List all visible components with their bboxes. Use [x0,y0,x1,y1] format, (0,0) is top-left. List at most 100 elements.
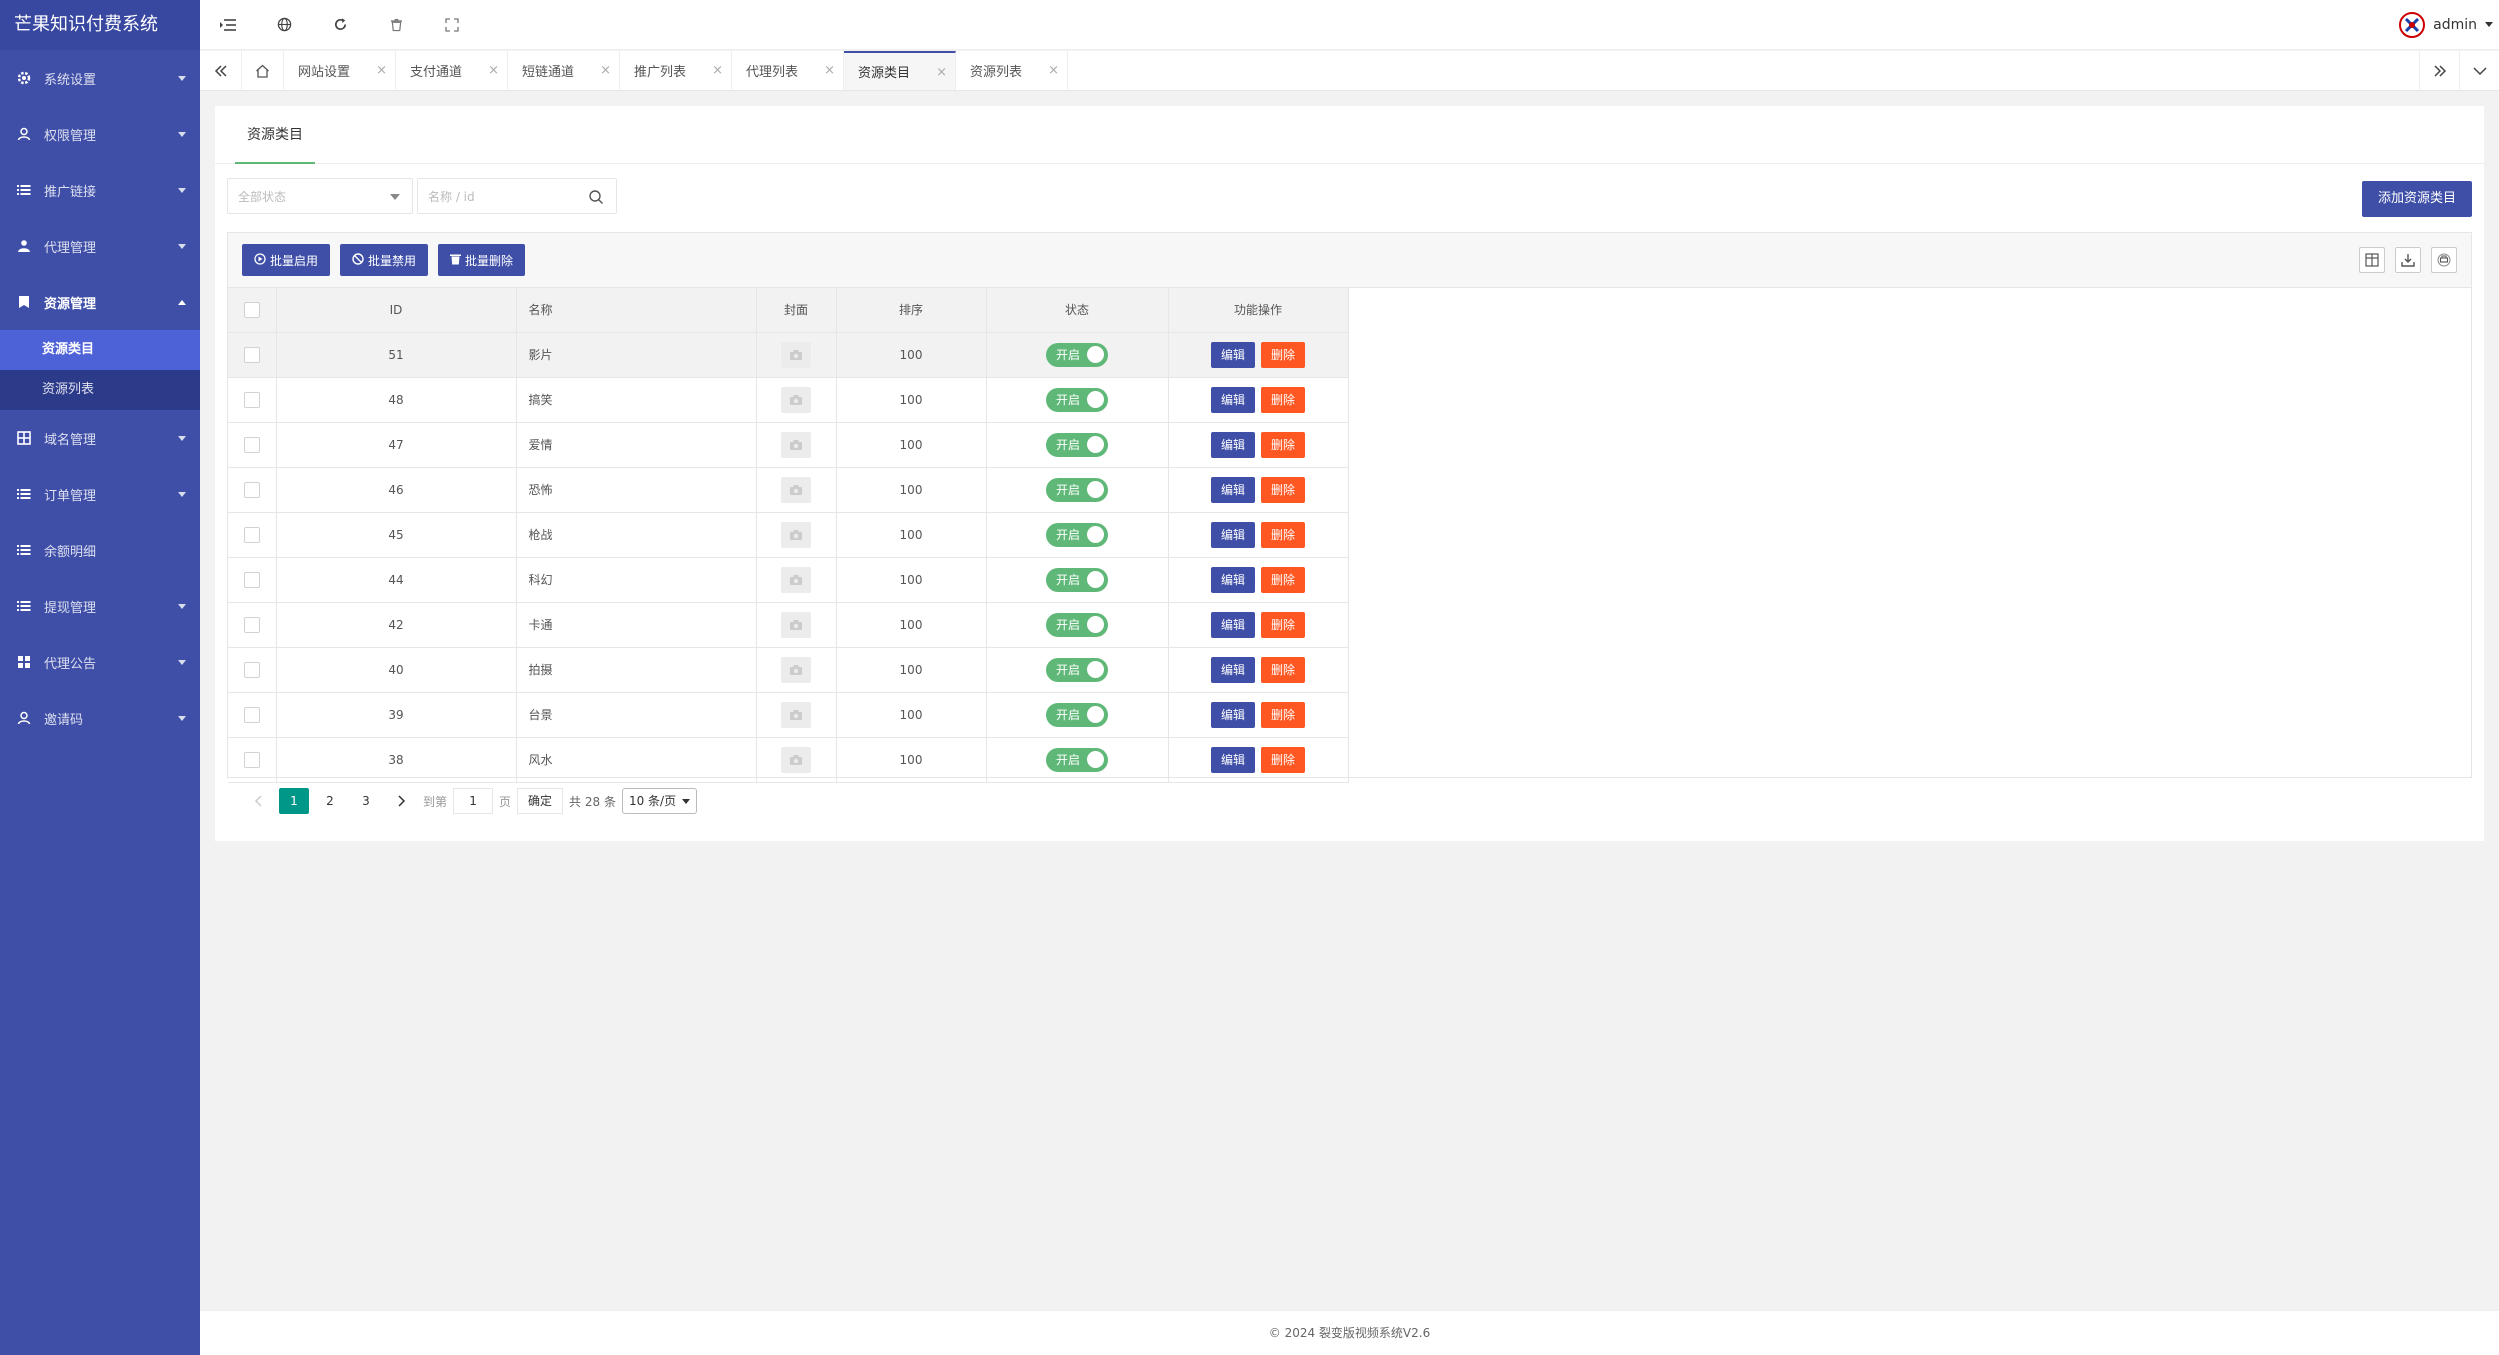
batch-delete-button[interactable]: 批量删除 [438,244,526,276]
menu-toggle-icon[interactable] [200,0,256,50]
tab-short-link-channels[interactable]: 短链通道 × [508,51,620,90]
page-1[interactable]: 1 [279,788,309,814]
export-icon[interactable] [2395,247,2421,273]
edit-button[interactable]: 编辑 [1210,431,1255,458]
goto-page-input[interactable]: 1 [453,788,494,814]
delete-button[interactable]: 删除 [1261,386,1306,413]
sidebar-item-invite-codes[interactable]: 邀请码 [0,690,200,746]
delete-button[interactable]: 删除 [1261,431,1306,458]
sidebar-item-permissions[interactable]: 权限管理 [0,106,200,162]
camera-icon[interactable] [781,701,811,728]
sidebar-item-announcements[interactable]: 代理公告 [0,634,200,690]
refresh-icon[interactable] [312,0,368,50]
tabs-scroll-left-icon[interactable] [200,51,242,90]
trash-icon[interactable] [368,0,424,50]
search-input[interactable]: 名称 / id [417,178,617,214]
edit-button[interactable]: 编辑 [1210,521,1255,548]
sidebar-item-domains[interactable]: 域名管理 [0,410,200,466]
row-checkbox[interactable] [243,661,260,678]
search-icon[interactable] [588,189,604,208]
goto-confirm-button[interactable]: 确定 [517,788,564,814]
close-icon[interactable]: × [712,63,723,78]
tab-promo-list[interactable]: 推广列表 × [620,51,732,90]
status-toggle[interactable]: 开启 [1046,342,1108,367]
delete-button[interactable]: 删除 [1261,341,1306,368]
edit-button[interactable]: 编辑 [1210,701,1255,728]
delete-button[interactable]: 删除 [1261,566,1306,593]
close-icon[interactable]: × [600,63,611,78]
tab-website-settings[interactable]: 网站设置 × [284,51,396,90]
camera-icon[interactable] [781,476,811,503]
tab-payment-channels[interactable]: 支付通道 × [396,51,508,90]
col-header-sort[interactable]: 排序 [836,288,987,333]
tabs-dropdown-icon[interactable] [2459,51,2499,90]
status-toggle[interactable]: 开启 [1046,567,1108,592]
close-icon[interactable]: × [936,65,947,80]
col-header-name[interactable]: 名称 [516,288,757,333]
sidebar-item-balance[interactable]: 余额明细 [0,522,200,578]
edit-button[interactable]: 编辑 [1210,566,1255,593]
row-checkbox[interactable] [243,526,260,543]
delete-button[interactable]: 删除 [1261,746,1306,773]
status-filter-select[interactable]: 全部状态 [227,178,413,214]
col-header-id[interactable]: ID [276,288,517,333]
card-tab-resource-category[interactable]: 资源类目 [235,106,315,164]
fullscreen-icon[interactable] [424,0,480,50]
user-menu[interactable]: admin [2399,11,2499,38]
edit-button[interactable]: 编辑 [1210,611,1255,638]
row-checkbox[interactable] [243,616,260,633]
status-toggle[interactable]: 开启 [1046,477,1108,502]
edit-button[interactable]: 编辑 [1210,341,1255,368]
camera-icon[interactable] [781,656,811,683]
sidebar-subitem-resource-list[interactable]: 资源列表 [0,370,200,410]
camera-icon[interactable] [781,341,811,368]
row-checkbox[interactable] [243,571,260,588]
camera-icon[interactable] [781,611,811,638]
edit-button[interactable]: 编辑 [1210,746,1255,773]
batch-disable-button[interactable]: 批量禁用 [340,244,429,276]
page-size-select[interactable]: 10 条/页 [621,788,698,814]
camera-icon[interactable] [781,566,811,593]
close-icon[interactable]: × [1048,63,1059,78]
row-checkbox[interactable] [243,391,260,408]
page-2[interactable]: 2 [315,788,345,814]
page-3[interactable]: 3 [351,788,381,814]
tab-agent-list[interactable]: 代理列表 × [732,51,844,90]
status-toggle[interactable]: 开启 [1046,747,1108,772]
status-toggle[interactable]: 开启 [1046,657,1108,682]
delete-button[interactable]: 删除 [1261,476,1306,503]
sidebar-item-withdraw[interactable]: 提现管理 [0,578,200,634]
status-toggle[interactable]: 开启 [1046,522,1108,547]
add-resource-category-button[interactable]: 添加资源类目 [2361,181,2472,217]
globe-icon[interactable] [256,0,312,50]
edit-button[interactable]: 编辑 [1210,656,1255,683]
tab-resource-list[interactable]: 资源列表 × [956,51,1068,90]
sidebar-item-promo-links[interactable]: 推广链接 [0,162,200,218]
delete-button[interactable]: 删除 [1261,656,1306,683]
next-page-icon[interactable] [387,788,417,814]
sidebar-item-agents[interactable]: 代理管理 [0,218,200,274]
delete-button[interactable]: 删除 [1261,521,1306,548]
status-toggle[interactable]: 开启 [1046,432,1108,457]
row-checkbox[interactable] [243,751,260,768]
row-checkbox[interactable] [243,706,260,723]
status-toggle[interactable]: 开启 [1046,612,1108,637]
sidebar-item-system-settings[interactable]: 系统设置 [0,50,200,106]
close-icon[interactable]: × [488,63,499,78]
delete-button[interactable]: 删除 [1261,701,1306,728]
columns-filter-icon[interactable] [2359,247,2385,273]
tab-resource-category[interactable]: 资源类目 × [844,51,956,90]
delete-button[interactable]: 删除 [1261,611,1306,638]
camera-icon[interactable] [781,431,811,458]
prev-page-icon[interactable] [243,788,273,814]
camera-icon[interactable] [781,386,811,413]
status-toggle[interactable]: 开启 [1046,387,1108,412]
print-icon[interactable] [2431,247,2457,273]
row-checkbox[interactable] [243,481,260,498]
row-checkbox[interactable] [243,436,260,453]
tabs-scroll-right-icon[interactable] [2419,51,2459,90]
camera-icon[interactable] [781,521,811,548]
home-icon[interactable] [242,51,284,90]
sidebar-item-orders[interactable]: 订单管理 [0,466,200,522]
batch-enable-button[interactable]: 批量启用 [242,244,331,276]
